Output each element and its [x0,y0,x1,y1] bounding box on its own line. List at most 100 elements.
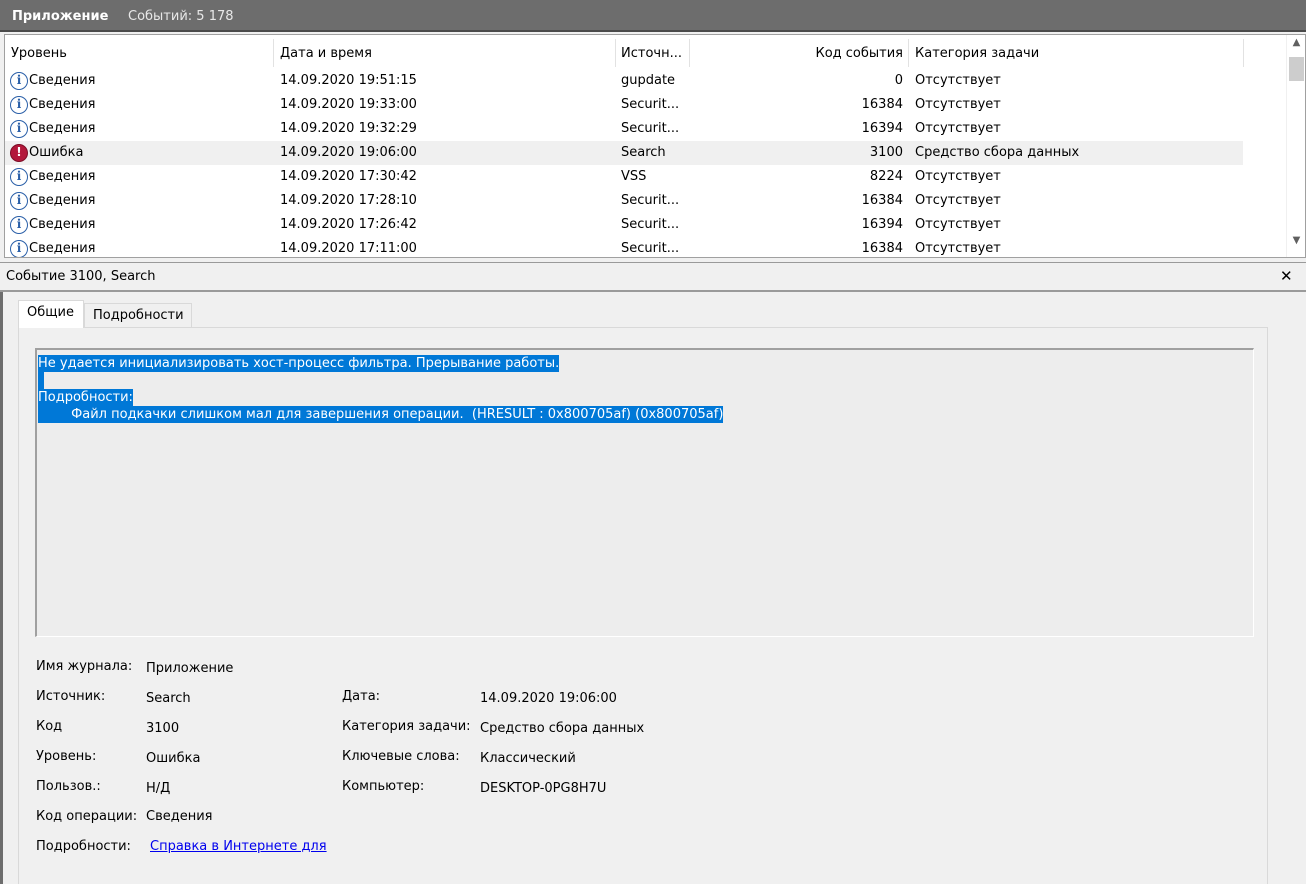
table-row[interactable]: i Сведения 14.09.2020 17:11:00 Securit..… [5,237,1243,257]
cell-event-id: 16384 [861,97,903,112]
cell-event-id: 16384 [861,241,903,256]
cell-event-id: 16394 [861,217,903,232]
info-icon: i [10,168,28,186]
list-scrollbar[interactable]: ▲ ▼ [1286,35,1305,257]
cell-source: Search [621,145,666,160]
cell-level: Сведения [29,97,96,112]
cell-source: Securit... [621,217,680,232]
level-value: Ошибка [146,751,201,766]
opcode-value: Сведения [146,809,213,824]
info-icon: i [10,240,28,257]
info-icon: i [10,192,28,210]
cell-level: Ошибка [29,145,84,160]
scrollbar-thumb[interactable] [1289,57,1304,81]
cell-datetime: 14.09.2020 19:51:15 [280,73,417,88]
cell-event-id: 3100 [869,145,903,160]
log-name: Приложение [12,9,109,24]
cell-category: Отсутствует [915,193,1001,208]
log-name-value: Приложение [146,661,234,676]
column-separator[interactable] [615,39,616,67]
column-separator[interactable] [689,39,690,67]
info-icon: i [10,120,28,138]
table-row[interactable]: i Сведения 14.09.2020 17:28:10 Securit..… [5,189,1243,213]
tab-details[interactable]: Подробности [84,303,192,328]
log-name-label: Имя журнала: [36,659,133,674]
table-row-selected[interactable]: ! Ошибка 14.09.2020 19:06:00 Search 3100… [5,141,1243,165]
cell-event-id: 16394 [861,121,903,136]
cell-datetime: 14.09.2020 17:28:10 [280,193,417,208]
date-value: 14.09.2020 19:06:00 [480,691,617,706]
cell-event-id: 16384 [861,193,903,208]
code-value: 3100 [146,721,180,736]
task-category-label: Категория задачи: [342,719,471,734]
online-help-link[interactable]: Справка в Интернете для [150,839,327,854]
message-line: Не удается инициализировать хост-процесс… [38,355,560,372]
column-header-source[interactable]: Источн... [621,46,682,61]
code-label: Код [36,719,63,734]
cell-datetime: 14.09.2020 17:30:42 [280,169,417,184]
info-icon: i [10,72,28,90]
chevron-up-icon[interactable]: ▲ [1287,37,1305,53]
cell-datetime: 14.09.2020 19:32:29 [280,121,417,136]
column-header-task-category[interactable]: Категория задачи [915,46,1039,61]
tab-general[interactable]: Общие [18,300,84,328]
cell-source: Securit... [621,193,680,208]
column-separator[interactable] [273,39,274,67]
list-header: Уровень Дата и время Источн... Код событ… [5,35,1285,69]
message-line: Подробности: [38,389,133,406]
column-header-level[interactable]: Уровень [11,46,67,61]
computer-value: DESKTOP-0PG8H7U [480,781,607,796]
keywords-value: Классический [480,751,576,766]
cell-source: VSS [621,169,647,184]
cell-datetime: 14.09.2020 17:11:00 [280,241,417,256]
table-row[interactable]: i Сведения 14.09.2020 17:30:42 VSS 8224 … [5,165,1243,189]
column-header-datetime[interactable]: Дата и время [280,46,372,61]
cell-event-id: 0 [894,73,903,88]
level-label: Уровень: [36,749,97,764]
cell-level: Сведения [29,121,96,136]
cell-category: Отсутствует [915,241,1001,256]
cell-source: Securit... [621,97,680,112]
column-header-event-id[interactable]: Код события [785,46,903,61]
events-count: Событий: 5 178 [128,9,234,24]
cell-datetime: 14.09.2020 19:33:00 [280,97,417,112]
chevron-down-icon[interactable]: ▼ [1287,235,1305,251]
table-row[interactable]: i Сведения 14.09.2020 19:51:15 gupdate 0… [5,69,1243,93]
cell-level: Сведения [29,241,96,256]
user-value: Н/Д [146,781,171,796]
table-row[interactable]: i Сведения 14.09.2020 19:33:00 Securit..… [5,93,1243,117]
cell-event-id: 8224 [869,169,903,184]
event-list[interactable]: Уровень Дата и время Источн... Код событ… [4,34,1306,258]
cell-category: Отсутствует [915,169,1001,184]
event-detail-header: Событие 3100, Search ✕ [0,262,1306,292]
cell-level: Сведения [29,217,96,232]
cell-datetime: 14.09.2020 17:26:42 [280,217,417,232]
table-row[interactable]: i Сведения 14.09.2020 17:26:42 Securit..… [5,213,1243,237]
cell-level: Сведения [29,193,96,208]
info-icon: i [10,216,28,234]
cell-category: Отсутствует [915,217,1001,232]
date-label: Дата: [342,689,381,704]
table-row[interactable]: i Сведения 14.09.2020 19:32:29 Securit..… [5,117,1243,141]
pane-border [0,292,3,884]
cell-source: gupdate [621,73,676,88]
computer-label: Компьютер: [342,779,425,794]
user-label: Пользов.: [36,779,101,794]
task-category-value: Средство сбора данных [480,721,645,736]
cell-level: Сведения [29,73,96,88]
cell-source: Securit... [621,121,680,136]
column-separator[interactable] [908,39,909,67]
cell-category: Отсутствует [915,121,1001,136]
event-detail-title: Событие 3100, Search [6,269,156,284]
keywords-label: Ключевые слова: [342,749,460,764]
cell-category: Отсутствует [915,97,1001,112]
cell-level: Сведения [29,169,96,184]
message-line: Файл подкачки слишком мал для завершения… [38,406,724,423]
close-icon[interactable]: ✕ [1280,267,1293,285]
column-separator[interactable] [1243,39,1244,67]
cell-source: Securit... [621,241,680,256]
event-message-box[interactable]: Не удается инициализировать хост-процесс… [35,348,1254,637]
opcode-label: Код операции: [36,809,138,824]
info-icon: i [10,96,28,114]
error-icon: ! [10,144,28,162]
